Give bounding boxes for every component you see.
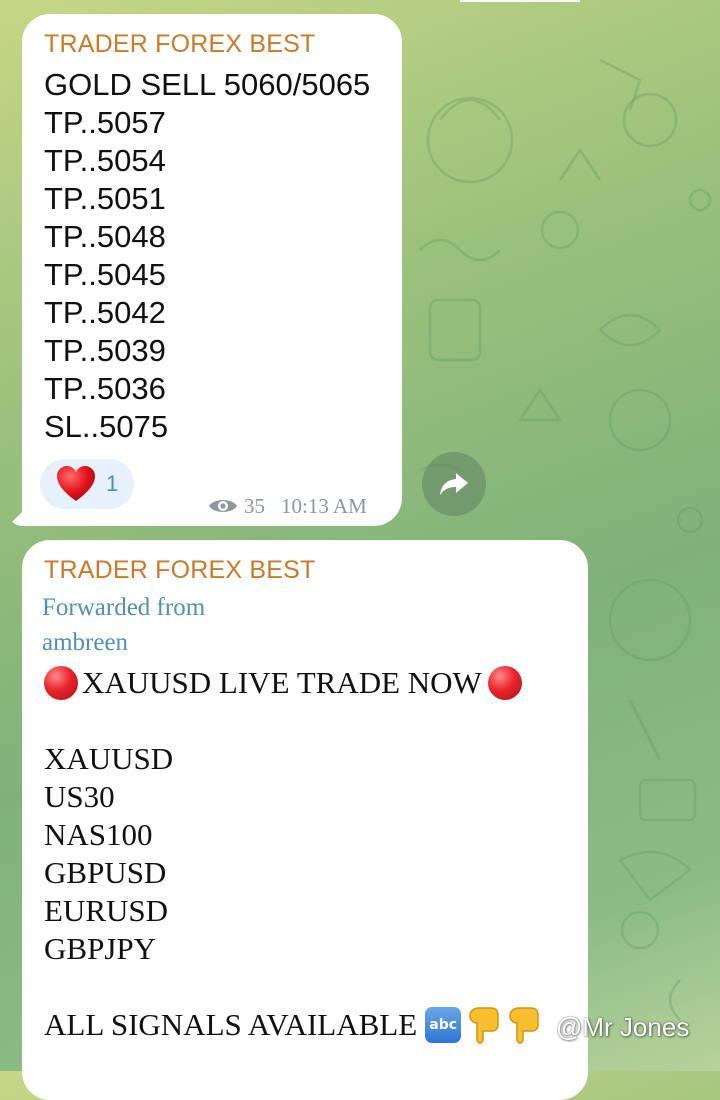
message-meta: 35 10:13 AM	[208, 494, 367, 518]
message-line: TP..5051	[44, 181, 166, 216]
message-line: TP..5039	[44, 333, 166, 368]
view-count: 35	[244, 493, 265, 518]
forwarded-source-link[interactable]: ambreen	[42, 625, 205, 660]
abc-icon: abc	[425, 1007, 462, 1043]
sender-name[interactable]: TRADER FOREX BEST	[44, 556, 316, 585]
message-line: TP..5057	[44, 105, 166, 140]
message-line: TP..5045	[44, 257, 166, 292]
footer-line: ALL SIGNALS AVAILABLE abc	[44, 1006, 584, 1044]
pointing-down-icon	[509, 1007, 539, 1044]
pair-line: NAS100	[44, 817, 153, 852]
message-text: GOLD SELL 5060/5065 TP..5057 TP..5054 TP…	[44, 66, 370, 446]
forwarded-header[interactable]: Forwarded from ambreen	[42, 590, 205, 660]
headline-line: XAUUSD LIVE TRADE NOW	[44, 664, 584, 702]
message-bubble-signal[interactable]: TRADER FOREX BEST GOLD SELL 5060/5065 TP…	[22, 14, 402, 526]
reaction-count: 1	[106, 471, 119, 496]
message-text: XAUUSD LIVE TRADE NOW XAUUSD US30 NAS100…	[44, 664, 584, 1044]
eye-icon	[209, 500, 237, 512]
heart-reaction-button[interactable]: 1	[40, 459, 134, 509]
share-arrow-icon	[440, 473, 468, 495]
pair-line: XAUUSD	[44, 741, 174, 776]
sender-name[interactable]: TRADER FOREX BEST	[44, 30, 316, 59]
red-circle-icon	[487, 666, 522, 700]
message-bubble-forwarded[interactable]: TRADER FOREX BEST Forwarded from ambreen…	[22, 540, 588, 1100]
share-button[interactable]	[422, 452, 486, 516]
forwarded-label: Forwarded from	[42, 594, 206, 621]
headline-text: XAUUSD LIVE TRADE NOW	[82, 665, 482, 700]
message-line: TP..5042	[44, 295, 166, 330]
message-time: 10:13 AM	[281, 493, 367, 518]
message-line: TP..5054	[44, 143, 166, 178]
message-line: TP..5048	[44, 219, 166, 254]
message-line: GOLD SELL 5060/5065	[44, 67, 371, 102]
pair-line: US30	[44, 779, 115, 814]
watermark-text: @Mr Jones	[556, 1012, 690, 1042]
previous-bubble-edge	[460, 0, 580, 2]
red-heart-icon	[57, 466, 95, 501]
pointing-down-icon	[469, 1007, 499, 1044]
pair-line: GBPUSD	[44, 855, 167, 890]
red-circle-icon	[44, 666, 78, 700]
pair-line: EURUSD	[44, 893, 169, 928]
footer-text: ALL SIGNALS AVAILABLE	[44, 1007, 418, 1042]
message-line: SL..5075	[44, 409, 169, 444]
pair-line: GBPJPY	[44, 931, 156, 966]
message-line: TP..5036	[44, 371, 166, 406]
